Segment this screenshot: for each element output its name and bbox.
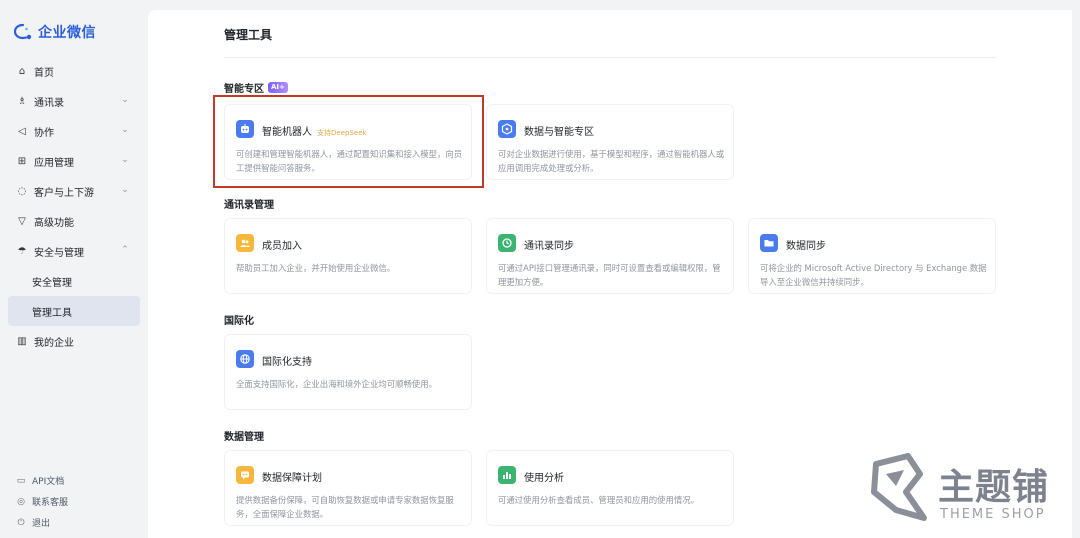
sidebar-item-label: 高级功能 (34, 217, 74, 229)
sidebar-item-advanced[interactable]: ▽ 高级功能 (8, 206, 140, 236)
card-data-protection[interactable]: 数据保障计划 提供数据备份保障，可自助恢复数据或申请专家数据恢复服务，全面保障企… (224, 450, 472, 526)
chat-icon: ◌ (17, 185, 27, 197)
section-title-text: 智能专区 (224, 84, 264, 95)
sidebar-item-collab[interactable]: ◁ 协作 ⌄ (8, 116, 140, 146)
folder-icon (760, 234, 778, 252)
sidebar-item-security-group[interactable]: ☂ 安全与管理 ⌃ (8, 236, 140, 266)
sidebar-footer: ▭ API文档 ◎ 联系客服 ⏻ 退出 (8, 470, 140, 533)
sidebar-nav: ⌂ 首页 ♗ 通讯录 ⌄ ◁ 协作 ⌄ ⊞ 应用管理 ⌄ ◌ 客户与上下游 ⌄ … (8, 56, 140, 356)
data-cube-icon (498, 120, 516, 138)
advanced-icon: ▽ (18, 215, 26, 227)
contact-support-link[interactable]: ◎ 联系客服 (8, 491, 140, 512)
globe-icon (236, 350, 254, 368)
section-title-text: 通讯录管理 (224, 200, 274, 211)
wecom-logo-icon (13, 23, 34, 41)
card-desc: 可通过使用分析查看成员、管理员和应用的使用情况。 (498, 495, 699, 505)
section-title-contacts: 通讯录管理 (224, 196, 274, 211)
card-contacts-sync[interactable]: 通讯录同步 可通过API接口管理通讯录，同时可设置查看或编辑权限，管理更加方便。 (486, 218, 734, 294)
card-desc: 提供数据备份保障，可自助恢复数据或申请专家数据恢复服务，全面保障企业数据。 (236, 495, 454, 519)
sidebar: 企业微信 ⌂ 首页 ♗ 通讯录 ⌄ ◁ 协作 ⌄ ⊞ 应用管理 ⌄ ◌ 客户与上… (0, 0, 148, 538)
sidebar-item-label: 首页 (34, 67, 54, 79)
card-title: 使用分析 (524, 473, 564, 484)
chevron-down-icon: ⌄ (121, 95, 129, 105)
doc-icon: ▭ (16, 475, 26, 486)
card-title: 通讯录同步 (524, 241, 574, 252)
card-title: 数据与智能专区 (524, 127, 594, 138)
headset-icon: ◎ (17, 496, 25, 507)
card-usage-analysis[interactable]: 使用分析 可通过使用分析查看成员、管理员和应用的使用情况。 (486, 450, 734, 526)
section-title-text: 数据管理 (224, 432, 264, 443)
ai-badge: AI+ (268, 82, 288, 93)
page-title: 管理工具 (224, 28, 273, 42)
sidebar-item-home[interactable]: ⌂ 首页 (8, 56, 140, 86)
power-icon: ⏻ (17, 517, 25, 528)
sidebar-item-admin-tools[interactable]: 管理工具 (8, 296, 140, 326)
building-icon: ▥ (17, 335, 27, 347)
sidebar-item-apps[interactable]: ⊞ 应用管理 ⌄ (8, 146, 140, 176)
umbrella-icon: ☂ (17, 245, 27, 257)
chevron-down-icon: ⌄ (121, 185, 129, 195)
sidebar-item-label: 应用管理 (34, 157, 74, 169)
grid-icon: ⊞ (17, 155, 27, 167)
section-title-data: 数据管理 (224, 428, 264, 443)
sidebar-item-my-company[interactable]: ▥ 我的企业 (8, 326, 140, 356)
card-title: 成员加入 (262, 241, 302, 252)
watermark-subtext: THEME SHOP (940, 507, 1046, 522)
sync-icon (498, 234, 516, 252)
sidebar-item-label: 客户与上下游 (34, 187, 94, 199)
card-data-sync[interactable]: 数据同步 可将企业的 Microsoft Active Directory 与 … (748, 218, 996, 294)
section-title-ai: 智能专区 AI+ (224, 80, 288, 95)
app-logo-text: 企业微信 (38, 25, 96, 41)
card-title: 数据同步 (786, 241, 826, 252)
sidebar-item-label: 我的企业 (34, 337, 74, 349)
logout-label: 退出 (32, 519, 51, 529)
home-icon: ⌂ (18, 65, 26, 77)
theme-shop-logo-icon (871, 453, 927, 521)
collab-icon: ◁ (18, 125, 26, 137)
title-divider (224, 57, 996, 58)
card-desc: 可将企业的 Microsoft Active Directory 与 Excha… (760, 263, 987, 287)
bar-chart-icon (498, 466, 516, 484)
card-member-join[interactable]: 成员加入 帮助员工加入企业，并开始使用企业微信。 (224, 218, 472, 294)
members-icon (236, 234, 254, 252)
card-data-ai-zone[interactable]: 数据与智能专区 可对企业数据进行使用，基于模型和程序，通过智能机器人或应用调用完… (486, 104, 734, 180)
chevron-up-icon: ⌃ (121, 245, 129, 255)
shield-chat-icon (236, 466, 254, 484)
card-title: 国际化支持 (262, 357, 312, 368)
chevron-down-icon: ⌄ (121, 155, 129, 165)
app-logo[interactable]: 企业微信 (13, 22, 96, 42)
card-desc: 可通过API接口管理通讯录，同时可设置查看或编辑权限，管理更加方便。 (498, 263, 721, 287)
sidebar-item-label: 管理工具 (32, 307, 72, 319)
sidebar-item-contacts[interactable]: ♗ 通讯录 ⌄ (8, 86, 140, 116)
sidebar-item-label: 安全管理 (32, 277, 72, 289)
sidebar-item-label: 通讯录 (34, 97, 64, 109)
api-docs-link[interactable]: ▭ API文档 (8, 470, 140, 491)
sidebar-item-label: 安全与管理 (34, 247, 84, 259)
api-docs-label: API文档 (32, 477, 65, 487)
section-title-text: 国际化 (224, 316, 254, 327)
watermark-text: 主题铺 (938, 467, 1050, 508)
theme-shop-watermark: 主题铺 THEME SHOP (866, 450, 1066, 528)
chevron-down-icon: ⌄ (121, 125, 129, 135)
card-desc: 可对企业数据进行使用，基于模型和程序，通过智能机器人或应用调用完成处理或分析。 (498, 149, 725, 173)
card-desc: 全面支持国际化，企业出海和境外企业均可顺畅使用。 (236, 379, 437, 389)
card-i18n-support[interactable]: 国际化支持 全面支持国际化，企业出海和境外企业均可顺畅使用。 (224, 334, 472, 410)
section-title-intl: 国际化 (224, 312, 254, 327)
contact-support-label: 联系客服 (32, 498, 69, 508)
logout-link[interactable]: ⏻ 退出 (8, 512, 140, 533)
sidebar-item-label: 协作 (34, 127, 54, 139)
highlight-box (213, 95, 484, 188)
org-tree-icon: ♗ (17, 95, 27, 107)
card-desc: 帮助员工加入企业，并开始使用企业微信。 (236, 263, 396, 273)
card-title: 数据保障计划 (262, 473, 322, 484)
sidebar-item-customers[interactable]: ◌ 客户与上下游 ⌄ (8, 176, 140, 206)
sidebar-item-security-manage[interactable]: 安全管理 (8, 266, 140, 296)
